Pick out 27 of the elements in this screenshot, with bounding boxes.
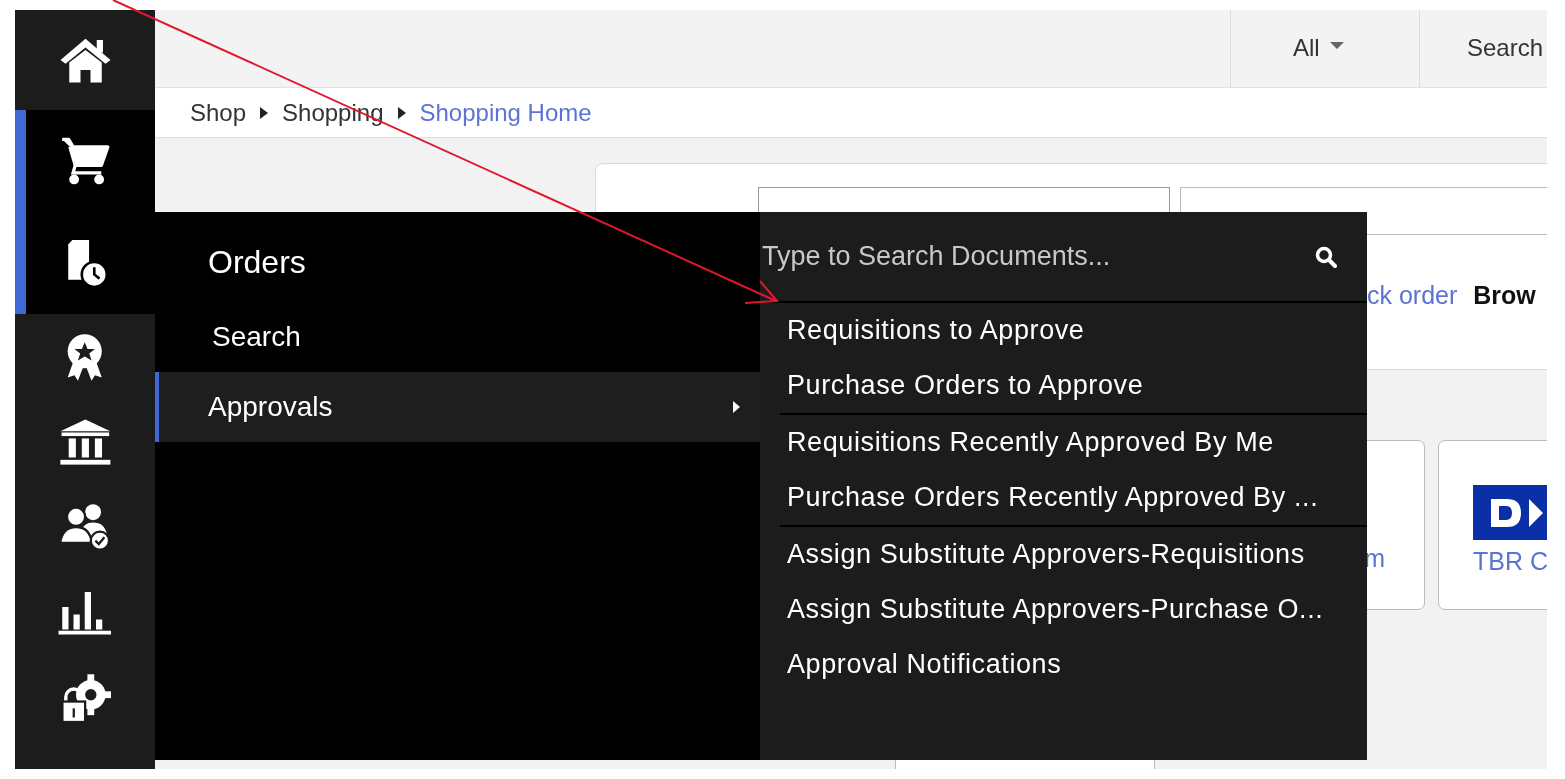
cart-icon: [60, 136, 110, 186]
menu-item[interactable]: Search: [155, 302, 760, 372]
search-field[interactable]: Type to Search Documents...: [762, 241, 1262, 272]
search-label[interactable]: Search: [1420, 10, 1547, 87]
submenu-item[interactable]: Approval Notifications: [780, 637, 1367, 692]
chevron-icon: [397, 106, 406, 119]
breadcrumb-link[interactable]: Shop: [190, 98, 247, 127]
caret-icon: [1329, 42, 1344, 50]
quick-order-link[interactable]: ck order: [1367, 281, 1458, 310]
browse-label[interactable]: Brow: [1473, 281, 1536, 310]
submenu-item[interactable]: Requisitions Recently Approved By Me: [780, 415, 1367, 470]
search-icon: [1315, 245, 1337, 268]
nav-rail-item[interactable]: [15, 110, 155, 212]
submenu-item[interactable]: Requisitions to Approve: [760, 303, 1367, 358]
submenu-item[interactable]: Purchase Orders Recently Approved By ...: [780, 470, 1367, 525]
submenu-item[interactable]: Assign Substitute Approvers-Requisitions: [780, 527, 1367, 582]
bank-icon: [57, 416, 113, 467]
chevron-icon: [260, 106, 269, 119]
supplier-name: TBR C: [1473, 547, 1547, 576]
menu-item[interactable]: Approvals: [155, 372, 760, 442]
submenu-item[interactable]: Assign Substitute Approvers-Purchase O...: [780, 582, 1367, 637]
menu-title: Orders: [207, 244, 307, 282]
logo-icon: [1473, 485, 1547, 540]
submenu-item[interactable]: Purchase Orders to Approve: [760, 358, 1367, 413]
scope-dropdown[interactable]: All: [1230, 10, 1420, 87]
supplier-tile[interactable]: TBR C: [1438, 440, 1547, 610]
breadcrumb-link[interactable]: Shopping Home: [419, 98, 592, 127]
